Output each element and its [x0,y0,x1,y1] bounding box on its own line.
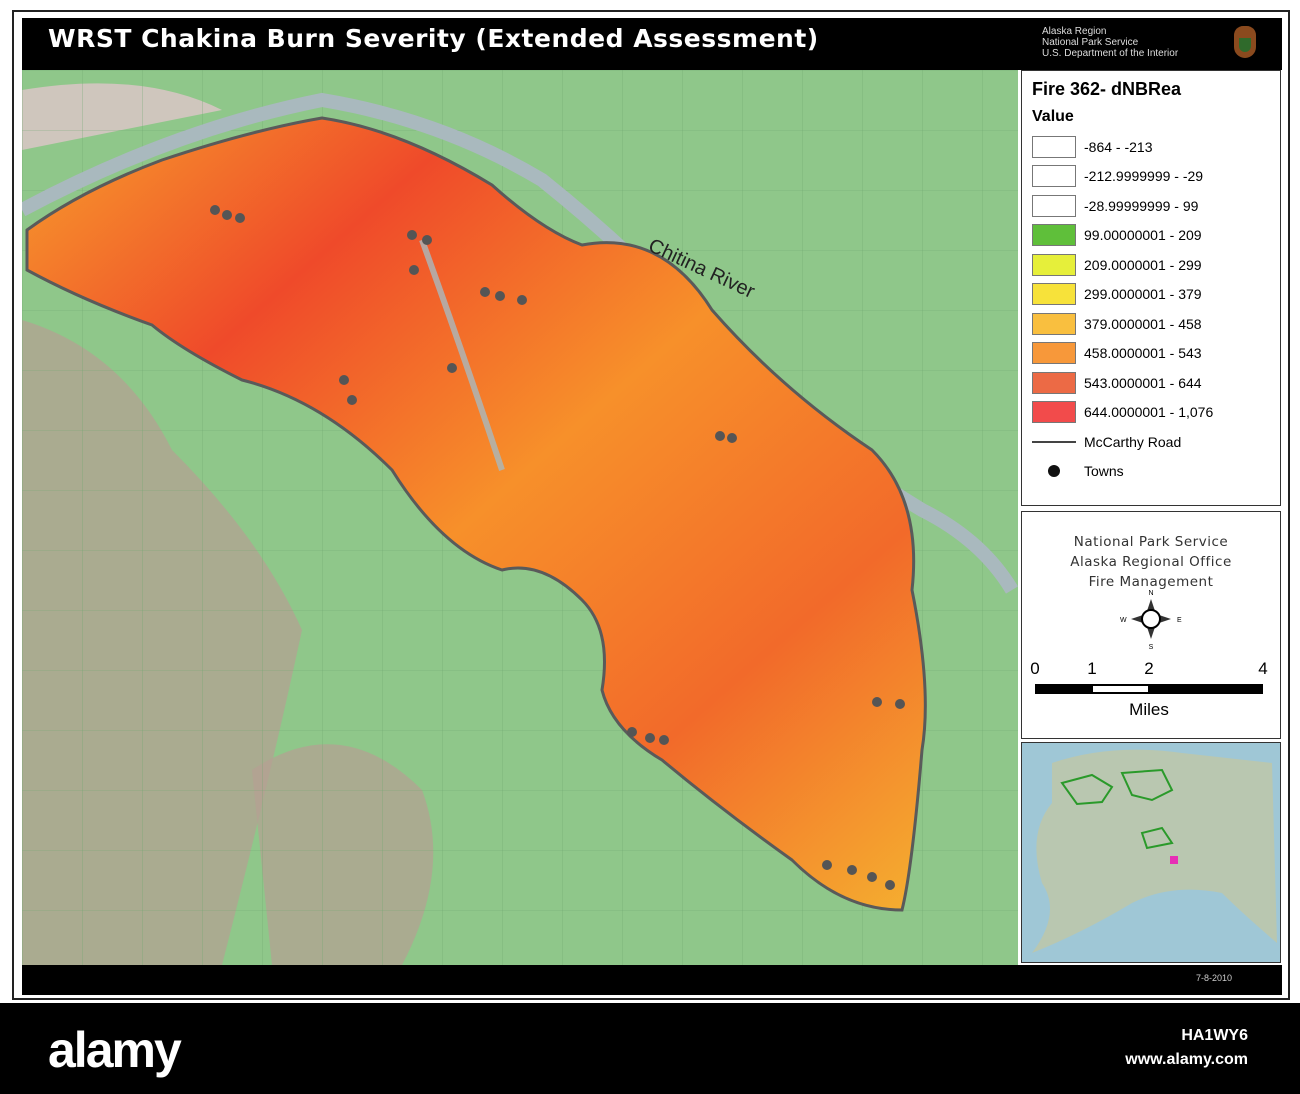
town-dot-icon [1032,465,1076,478]
legend-road: McCarthy Road [1032,427,1270,457]
legend-label: 209.0000001 - 299 [1084,256,1202,273]
alamy-logo: alamy [48,1022,182,1078]
scale-tick: 1 [1087,659,1096,678]
agency-line: Alaska Region [1042,26,1107,37]
image-code: HA1WY6 [1181,1027,1248,1044]
legend-label: 458.0000001 - 543 [1084,345,1202,362]
legend-label: 299.0000001 - 379 [1084,286,1202,303]
color-swatch [1032,312,1076,335]
north-arrow-icon: N S E W [1120,590,1182,651]
organization: National Park Service Alaska Regional Of… [1022,532,1280,592]
compass-w: W [1120,617,1127,624]
color-swatch [1032,224,1076,247]
legend-class: -28.99999999 - 99 [1032,191,1270,221]
scale-tick: 4 [1258,659,1267,678]
compass-and-scale: N S E W 0 1 2 4 Miles [1030,590,1267,719]
color-swatch [1032,194,1076,217]
color-swatch [1032,135,1076,158]
legend-class: 458.0000001 - 543 [1032,339,1270,369]
legend-classes: -864 - -213 -212.9999999 - -29 -28.9999999… [1032,132,1270,427]
title-bar: WRST Chakina Burn Severity (Extended Ass… [22,18,1282,70]
info-panel: National Park Service Alaska Regional Of… [1021,511,1281,739]
compass-e: E [1177,617,1182,624]
legend-class: -864 - -213 [1032,132,1270,162]
agency-line: National Park Service [1042,37,1139,48]
compass-s: S [1149,644,1154,651]
legend-class: -212.9999999 - -29 [1032,162,1270,192]
legend-class: 99.00000001 - 209 [1032,221,1270,251]
agency-line: U.S. Department of the Interior [1042,48,1179,59]
inset-svg [1032,749,1277,953]
map-svg: Chitina River [22,70,1018,965]
color-swatch [1032,371,1076,394]
map-title: WRST Chakina Burn Severity (Extended Ass… [48,24,819,53]
fire-location-marker [1170,856,1178,864]
org-line: National Park Service [1073,534,1229,550]
legend-class: 543.0000001 - 644 [1032,368,1270,398]
legend-label: Towns [1084,463,1124,480]
scale-unit: Miles [1129,700,1169,719]
watermark-url: www.alamy.com [1125,1051,1248,1068]
road-line-icon [1032,440,1076,443]
watermark-strip: alamy HA1WY6 www.alamy.com [0,1003,1300,1094]
legend-class: 644.0000001 - 1,076 [1032,398,1270,428]
color-swatch [1032,253,1076,276]
color-swatch [1032,401,1076,424]
legend-class: 209.0000001 - 299 [1032,250,1270,280]
legend-label: 379.0000001 - 458 [1084,315,1202,332]
compass-n: N [1148,590,1153,597]
legend-label: 543.0000001 - 644 [1084,374,1202,391]
scale-tick: 0 [1030,659,1039,678]
color-swatch [1032,165,1076,188]
legend-label: McCarthy Road [1084,433,1182,450]
nps-arrowhead-icon [1234,26,1256,58]
legend-label: 99.00000001 - 209 [1084,227,1202,244]
footer-bar: 7-8-2010 [22,965,1282,995]
legend-class: 299.0000001 - 379 [1032,280,1270,310]
legend-label: -864 - -213 [1084,138,1153,155]
org-line: Alaska Regional Office [1070,554,1232,570]
color-swatch [1032,283,1076,306]
alaska-inset-map [1021,742,1281,963]
legend-label: 644.0000001 - 1,076 [1084,404,1214,421]
agency-block: Alaska Region National Park Service U.S.… [1042,26,1178,59]
legend-subtitle: Value [1032,108,1074,125]
legend-panel: Fire 362- dNBRea Value -864 - -213 -212.9… [1021,70,1281,506]
legend-label: -212.9999999 - -29 [1084,168,1204,185]
color-swatch [1032,342,1076,365]
map-view[interactable]: Chitina River [22,70,1018,965]
legend-label: -28.99999999 - 99 [1084,197,1199,214]
scale-bar: 0 1 2 4 Miles [1030,659,1267,719]
map-date: 7-8-2010 [1195,973,1232,983]
legend-towns: Towns [1032,457,1270,487]
scale-tick: 2 [1144,659,1153,678]
legend-class: 379.0000001 - 458 [1032,309,1270,339]
legend-title: Fire 362- dNBRea [1032,79,1182,99]
